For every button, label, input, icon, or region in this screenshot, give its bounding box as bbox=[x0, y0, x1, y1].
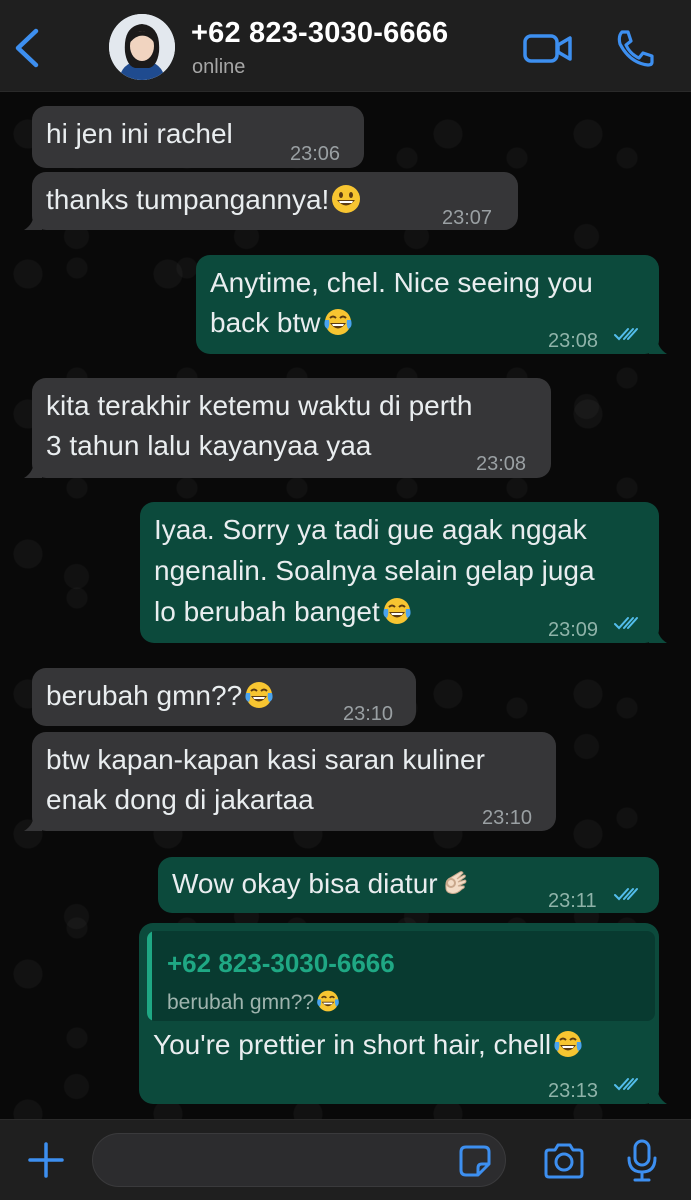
contact-name[interactable]: +62 823-3030-6666 bbox=[191, 17, 448, 50]
message-list[interactable]: hi jen ini rachel 23:06 thanks tumpangan… bbox=[0, 92, 691, 1119]
face-with-tears-of-joy-emoji bbox=[323, 307, 353, 337]
message-text: hi jen ini rachel bbox=[46, 118, 233, 149]
contact-status: online bbox=[192, 56, 246, 78]
message-line: btw kapan-kapan kasi saran kuliner bbox=[46, 744, 485, 775]
bubble-tail bbox=[649, 336, 667, 354]
message-time: 23:10 bbox=[343, 703, 394, 725]
face-with-tears-of-joy-emoji bbox=[382, 596, 412, 626]
message-time: 23:09 bbox=[548, 619, 599, 641]
chevron-left-icon[interactable] bbox=[10, 26, 46, 70]
message-line: lo berubah banget bbox=[154, 592, 412, 632]
face-with-tears-of-joy-emoji bbox=[553, 1029, 583, 1059]
message-incoming[interactable]: hi jen ini rachel 23:06 bbox=[32, 106, 364, 168]
message-incoming[interactable]: berubah gmn?? 23:10 bbox=[32, 668, 416, 726]
message-time: 23:07 bbox=[442, 207, 493, 229]
camera-icon[interactable] bbox=[542, 1141, 586, 1181]
avatar[interactable] bbox=[109, 14, 175, 80]
message-incoming[interactable]: btw kapan-kapan kasi saran kuliner enak … bbox=[24, 732, 556, 831]
composer-bar bbox=[0, 1119, 691, 1200]
message-time: 23:06 bbox=[290, 143, 341, 165]
message-text: thanks tumpangannya! bbox=[46, 180, 361, 220]
chat-header: +62 823-3030-6666 online bbox=[0, 0, 691, 92]
message-text: berubah gmn?? bbox=[46, 676, 274, 716]
message-line: kita terakhir ketemu waktu di perth bbox=[46, 390, 473, 421]
message-line: Anytime, chel. Nice seeing you bbox=[210, 267, 593, 298]
read-receipt-icon bbox=[614, 326, 642, 342]
message-outgoing-reply[interactable]: +62 823-3030-6666 berubah gmn?? You're p… bbox=[139, 923, 667, 1104]
message-input[interactable] bbox=[92, 1133, 506, 1187]
message-incoming[interactable]: kita terakhir ketemu waktu di perth 3 ta… bbox=[24, 378, 551, 478]
message-line: ngenalin. Soalnya selain gelap juga bbox=[154, 555, 595, 586]
face-with-tears-of-joy-emoji bbox=[316, 989, 340, 1013]
message-line: enak dong di jakartaa bbox=[46, 784, 314, 815]
read-receipt-icon bbox=[614, 886, 642, 902]
message-time: 23:10 bbox=[482, 807, 533, 829]
bubble-tail bbox=[24, 813, 42, 831]
quote-accent-bar bbox=[147, 931, 152, 1021]
message-text: You're prettier in short hair, chell bbox=[153, 1025, 583, 1065]
video-camera-icon[interactable] bbox=[522, 30, 574, 66]
message-line: Iyaa. Sorry ya tadi gue agak nggak bbox=[154, 514, 587, 545]
ok-hand-emoji bbox=[440, 868, 470, 898]
read-receipt-icon bbox=[614, 615, 642, 631]
quoted-text: berubah gmn?? bbox=[167, 983, 340, 1021]
message-incoming[interactable]: thanks tumpangannya! 23:07 bbox=[24, 172, 518, 230]
bubble-tail bbox=[649, 1086, 667, 1104]
sticker-icon[interactable] bbox=[458, 1144, 492, 1178]
grinning-face-emoji bbox=[331, 184, 361, 214]
message-outgoing[interactable]: Iyaa. Sorry ya tadi gue agak nggak ngena… bbox=[140, 502, 667, 643]
read-receipt-icon bbox=[614, 1076, 642, 1092]
message-outgoing[interactable]: Anytime, chel. Nice seeing you back btw … bbox=[196, 255, 667, 354]
bubble-tail bbox=[24, 212, 42, 230]
face-with-tears-of-joy-emoji bbox=[244, 680, 274, 710]
bubble-tail bbox=[24, 460, 42, 478]
message-line: 3 tahun lalu kayanyaa yaa bbox=[46, 430, 372, 461]
microphone-icon[interactable] bbox=[624, 1138, 660, 1184]
quoted-sender: +62 823-3030-6666 bbox=[167, 948, 395, 978]
message-time: 23:08 bbox=[548, 330, 599, 352]
phone-icon[interactable] bbox=[612, 28, 656, 68]
message-time: 23:13 bbox=[548, 1080, 599, 1102]
bubble-tail bbox=[649, 625, 667, 643]
message-time: 23:08 bbox=[476, 453, 527, 475]
message-text: Wow okay bisa diatur bbox=[172, 864, 470, 904]
message-time: 23:11 bbox=[548, 890, 597, 912]
quoted-message[interactable]: +62 823-3030-6666 berubah gmn?? bbox=[147, 931, 655, 1021]
plus-icon[interactable] bbox=[26, 1140, 66, 1180]
message-outgoing[interactable]: Wow okay bisa diatur 23:11 bbox=[158, 857, 659, 913]
message-line: back btw bbox=[210, 303, 353, 343]
